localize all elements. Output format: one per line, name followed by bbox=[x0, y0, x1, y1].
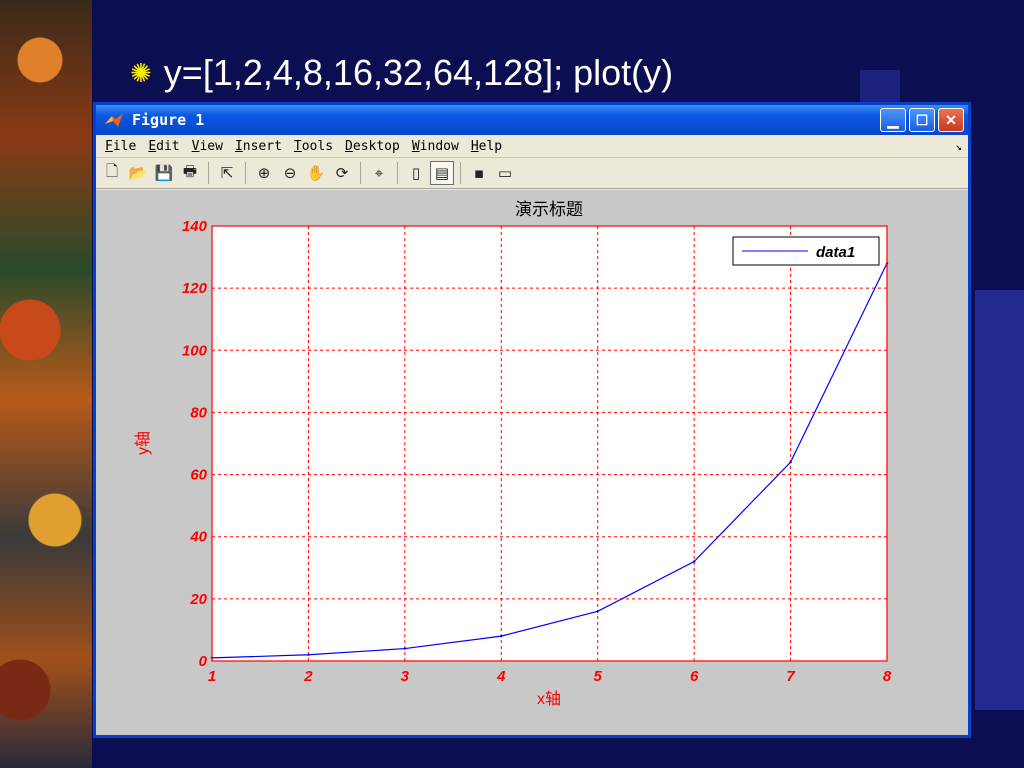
menu-insert[interactable]: Insert bbox=[232, 139, 291, 154]
figure-window: Figure 1 ▁ ☐ ✕ File Edit View Insert Too… bbox=[93, 102, 971, 738]
y-axis-label: y轴 bbox=[134, 431, 152, 455]
menu-view[interactable]: View bbox=[189, 139, 232, 154]
window-title: Figure 1 bbox=[132, 111, 205, 129]
window-titlebar[interactable]: Figure 1 ▁ ☐ ✕ bbox=[96, 105, 968, 135]
menu-window[interactable]: Window bbox=[409, 139, 468, 154]
toolbar-separator bbox=[460, 162, 461, 184]
data-point bbox=[596, 610, 599, 613]
maximize-button[interactable]: ☐ bbox=[909, 108, 935, 132]
y-tick-label: 120 bbox=[182, 280, 208, 297]
menu-file[interactable]: File bbox=[102, 139, 145, 154]
data-point bbox=[500, 634, 503, 638]
slide-decoration-shape bbox=[975, 290, 1024, 710]
menu-desktop[interactable]: Desktop bbox=[342, 139, 409, 154]
zoom-in-icon[interactable]: ⊕ bbox=[252, 161, 276, 185]
plot-area bbox=[212, 226, 887, 661]
y-tick-label: 0 bbox=[199, 653, 208, 670]
legend-icon[interactable]: ▤ bbox=[430, 161, 454, 185]
menu-edit[interactable]: Edit bbox=[145, 139, 188, 154]
legend-label: data1 bbox=[816, 244, 855, 261]
data-point bbox=[692, 560, 696, 563]
maximize-icon: ☐ bbox=[915, 111, 929, 128]
figure-canvas: 1 2 3 4 5 6 7 8 0 20 40 60 80 100 120 140 演示标题 x轴 y轴 da… bbox=[96, 190, 968, 735]
pan-hand-icon[interactable]: ✋ bbox=[304, 161, 328, 185]
x-tick-label: 6 bbox=[690, 668, 699, 685]
y-tick-label: 140 bbox=[182, 218, 208, 235]
x-tick-label: 8 bbox=[883, 668, 892, 685]
toolbar-separator bbox=[397, 162, 398, 184]
bullet-text: y=[1,2,4,8,16,32,64,128]; plot(y) bbox=[163, 52, 674, 93]
menu-tools[interactable]: Tools bbox=[291, 139, 342, 154]
show-plot-tools-icon[interactable]: ▭ bbox=[493, 161, 517, 185]
x-axis-label: x轴 bbox=[537, 690, 561, 708]
x-tick-label: 5 bbox=[594, 668, 603, 685]
zoom-out-icon[interactable]: ⊖ bbox=[278, 161, 302, 185]
slide-bullet: ✺ y=[1,2,4,8,16,32,64,128]; plot(y) bbox=[130, 48, 673, 98]
bullet-star-icon: ✺ bbox=[130, 58, 152, 88]
y-tick-label: 100 bbox=[182, 342, 208, 359]
x-tick-label: 3 bbox=[401, 668, 410, 685]
toolbar: 🗋 📂 💾 🖶 ⇱ ⊕ ⊖ ✋ ⟳ ⌖ ▯ ▤ ▪ ▭ bbox=[96, 158, 968, 189]
x-tick-label: 1 bbox=[208, 668, 216, 685]
legend[interactable]: data1 bbox=[732, 236, 880, 266]
x-tick-label: 7 bbox=[786, 668, 795, 685]
rotate-3d-icon[interactable]: ⟳ bbox=[330, 161, 354, 185]
menu-overflow-icon[interactable]: ↘ bbox=[955, 140, 962, 153]
y-tick-label: 40 bbox=[189, 529, 207, 546]
minimize-icon: ▁ bbox=[887, 111, 899, 128]
data-point bbox=[789, 460, 792, 464]
x-tick-label: 2 bbox=[303, 668, 313, 685]
close-button[interactable]: ✕ bbox=[938, 108, 964, 132]
y-tick-label: 80 bbox=[190, 404, 207, 421]
y-tick-label: 20 bbox=[189, 591, 207, 608]
y-tick-label: 60 bbox=[190, 467, 207, 484]
pointer-icon[interactable]: ⇱ bbox=[215, 161, 239, 185]
minimize-button[interactable]: ▁ bbox=[880, 108, 906, 132]
save-icon[interactable]: 💾 bbox=[152, 161, 176, 185]
colorbar-icon[interactable]: ▯ bbox=[404, 161, 428, 185]
x-tick-label: 4 bbox=[496, 668, 506, 685]
line-chart: 1 2 3 4 5 6 7 8020406080100120140 演示标题 x轴 y轴 da… bbox=[134, 200, 892, 708]
data-point bbox=[403, 647, 407, 650]
matlab-logo-icon bbox=[105, 113, 123, 127]
new-file-icon[interactable]: 🗋 bbox=[100, 161, 124, 185]
hide-plot-tools-icon[interactable]: ▪ bbox=[467, 161, 491, 185]
toolbar-separator bbox=[360, 162, 361, 184]
chart-title: 演示标题 bbox=[515, 200, 583, 219]
toolbar-separator bbox=[245, 162, 246, 184]
slide-decoration-left bbox=[0, 0, 92, 768]
menu-help[interactable]: Help bbox=[468, 139, 511, 154]
open-folder-icon[interactable]: 📂 bbox=[126, 161, 150, 185]
menu-bar: File Edit View Insert Tools Desktop Wind… bbox=[96, 135, 968, 158]
close-icon: ✕ bbox=[945, 111, 957, 128]
data-point bbox=[307, 653, 310, 656]
data-cursor-icon[interactable]: ⌖ bbox=[367, 161, 391, 185]
toolbar-separator bbox=[208, 162, 209, 184]
print-icon[interactable]: 🖶 bbox=[178, 161, 202, 185]
